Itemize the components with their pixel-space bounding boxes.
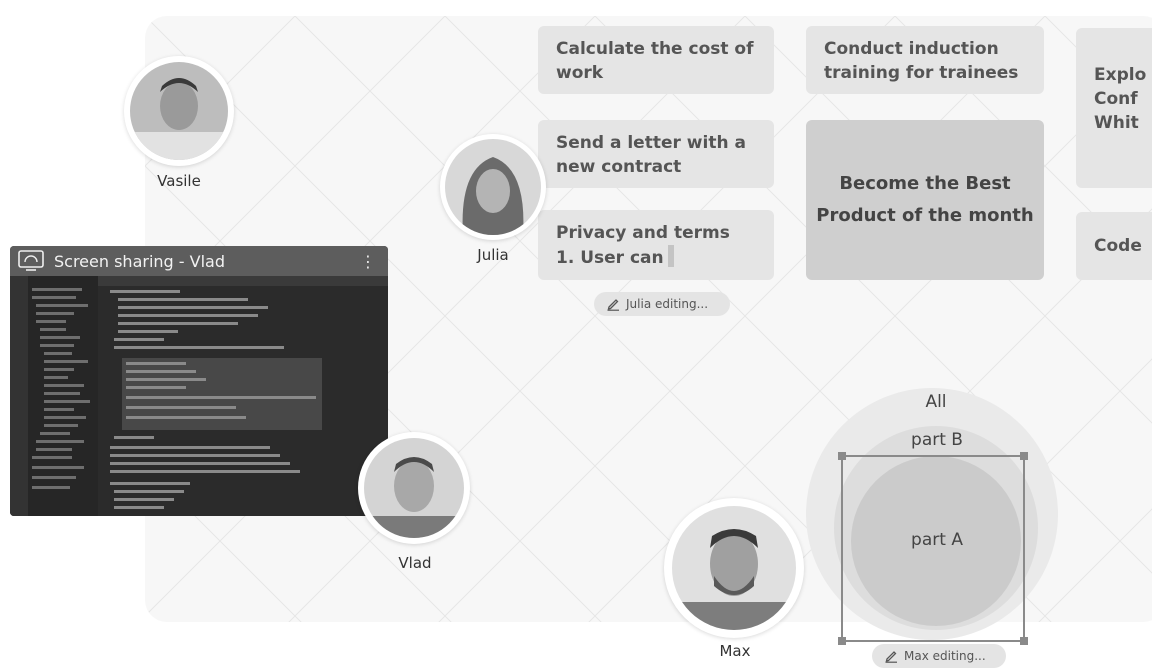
card-text-line1: Privacy and terms: [556, 223, 730, 243]
screen-sharing-header: Screen sharing - Vlad ⋮: [10, 246, 388, 276]
venn-label-all: All: [925, 392, 947, 412]
screen-sharing-window[interactable]: Screen sharing - Vlad ⋮: [10, 246, 388, 516]
card-send-letter[interactable]: Send a letter with a new contract: [538, 120, 774, 188]
card-code[interactable]: Code: [1076, 212, 1152, 280]
text-cursor: [667, 245, 674, 267]
card-privacy-terms[interactable]: Privacy and terms 1. User can: [538, 210, 774, 280]
selection-handle[interactable]: [1020, 637, 1028, 645]
venn-label-part-a: part A: [911, 530, 963, 550]
avatar-photo: [445, 139, 541, 235]
selection-handle[interactable]: [838, 452, 846, 460]
venn-diagram[interactable]: [800, 378, 1070, 668]
screen-sharing-title: Screen sharing - Vlad: [54, 251, 225, 271]
editing-indicator-julia: Julia editing...: [594, 292, 730, 316]
user-name-vasile: Vasile: [157, 172, 201, 190]
shared-code-editor: [10, 276, 388, 516]
card-text: Send a letter with a new contract: [556, 133, 746, 177]
venn-label-part-b: part B: [911, 430, 963, 450]
avatar-photo: [130, 62, 228, 160]
selection-handle[interactable]: [1020, 452, 1028, 460]
more-vertical-icon[interactable]: ⋮: [360, 252, 376, 271]
card-explore[interactable]: Explo Conf Whit: [1076, 28, 1152, 188]
card-text: Become the Best Product of the month: [816, 173, 1034, 226]
card-best-product[interactable]: Become the Best Product of the month: [806, 120, 1044, 280]
card-text: Conduct induction training for trainees: [824, 39, 1019, 83]
avatar-vlad[interactable]: [358, 432, 470, 544]
avatar-vasile[interactable]: [124, 56, 234, 166]
card-text: Calculate the cost of work: [556, 39, 754, 83]
editing-text: Julia editing...: [626, 297, 709, 311]
card-text: Explo Conf Whit: [1094, 65, 1147, 133]
user-name-vlad: Vlad: [398, 554, 432, 572]
user-name-max: Max: [719, 642, 751, 660]
selection-handle[interactable]: [838, 637, 846, 645]
avatar-photo: [672, 506, 796, 630]
screen-share-icon: [18, 250, 44, 271]
card-calculate-cost[interactable]: Calculate the cost of work: [538, 26, 774, 94]
avatar-julia[interactable]: [440, 134, 546, 240]
pencil-icon: [607, 299, 619, 311]
card-induction-training[interactable]: Conduct induction training for trainees: [806, 26, 1044, 94]
avatar-photo: [364, 438, 464, 538]
card-text: Code: [1094, 236, 1142, 256]
avatar-max[interactable]: [664, 498, 804, 638]
card-text-line2: 1. User can: [556, 248, 664, 268]
user-name-julia: Julia: [477, 246, 509, 264]
